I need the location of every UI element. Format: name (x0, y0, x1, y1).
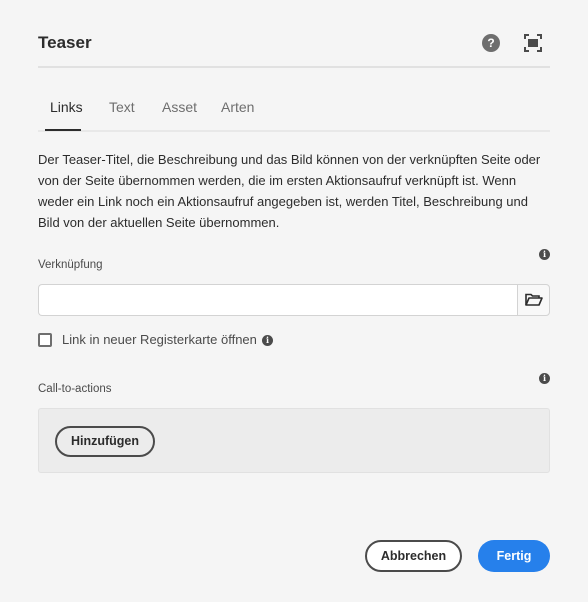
dialog-title: Teaser (38, 33, 92, 52)
cta-label: Call-to-actions (38, 383, 112, 395)
done-button[interactable]: Fertig (478, 540, 550, 572)
tab-arten[interactable]: Arten (221, 99, 254, 115)
info-icon[interactable]: i (539, 373, 550, 384)
tab-list: Links Text Asset Arten (38, 96, 550, 132)
tab-text[interactable]: Text (109, 99, 135, 115)
active-tab-indicator (45, 129, 81, 131)
cancel-button[interactable]: Abbrechen (365, 540, 462, 572)
folder-open-icon (525, 293, 543, 306)
add-cta-button[interactable]: Hinzufügen (55, 426, 155, 457)
help-icon[interactable]: ? (482, 34, 500, 52)
new-tab-checkbox-label: Link in neuer Registerkarte öffnen (62, 332, 257, 347)
tab-asset[interactable]: Asset (162, 99, 197, 115)
browse-button[interactable] (517, 284, 550, 316)
info-icon[interactable]: i (262, 335, 273, 346)
tab-links[interactable]: Links (50, 99, 83, 115)
info-icon[interactable]: i (539, 249, 550, 260)
description-text: Der Teaser-Titel, die Beschreibung und d… (38, 152, 541, 230)
cta-panel: Hinzufügen (38, 408, 550, 473)
fullscreen-icon[interactable] (524, 34, 542, 52)
teaser-dialog: Teaser ? Links Text Asset Arten Der Teas… (0, 0, 588, 602)
link-input[interactable] (38, 284, 518, 316)
dialog-header: Teaser ? (38, 30, 550, 68)
new-tab-checkbox[interactable] (38, 333, 52, 347)
link-field-label: Verknüpfung (38, 259, 103, 271)
